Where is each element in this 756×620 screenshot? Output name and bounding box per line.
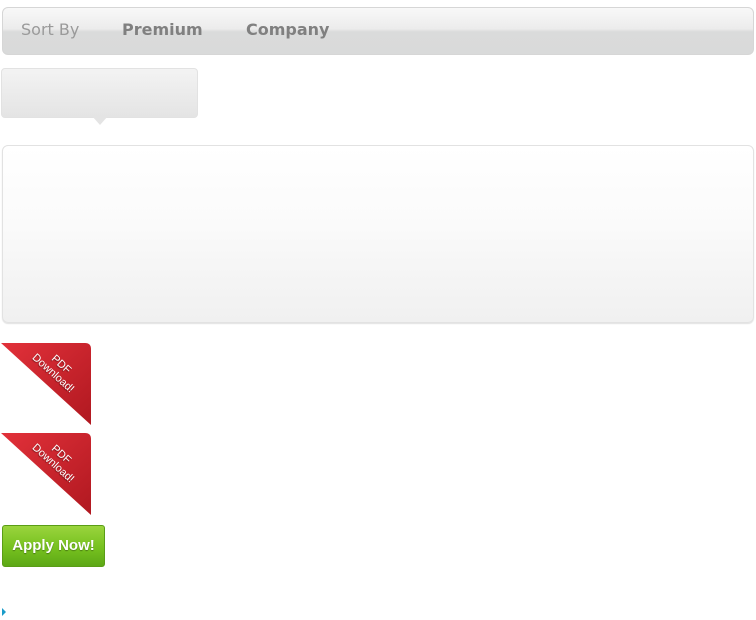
arrow-bullet-icon (2, 608, 6, 616)
apply-now-button[interactable]: Apply Now! (2, 525, 105, 567)
sort-option-premium[interactable]: Premium (122, 20, 203, 40)
tab-callout-pointer (92, 116, 108, 125)
sort-option-company[interactable]: Company (246, 20, 329, 40)
sort-by-label: Sort By (21, 20, 80, 39)
tab-callout-box (1, 68, 198, 118)
pdf-download-ribbon-1[interactable]: PDF Download! (1, 343, 91, 425)
sort-bar: Sort By Premium Company (2, 7, 754, 55)
pdf-download-ribbon-2[interactable]: PDF Download! (1, 433, 91, 515)
content-panel (2, 145, 754, 323)
